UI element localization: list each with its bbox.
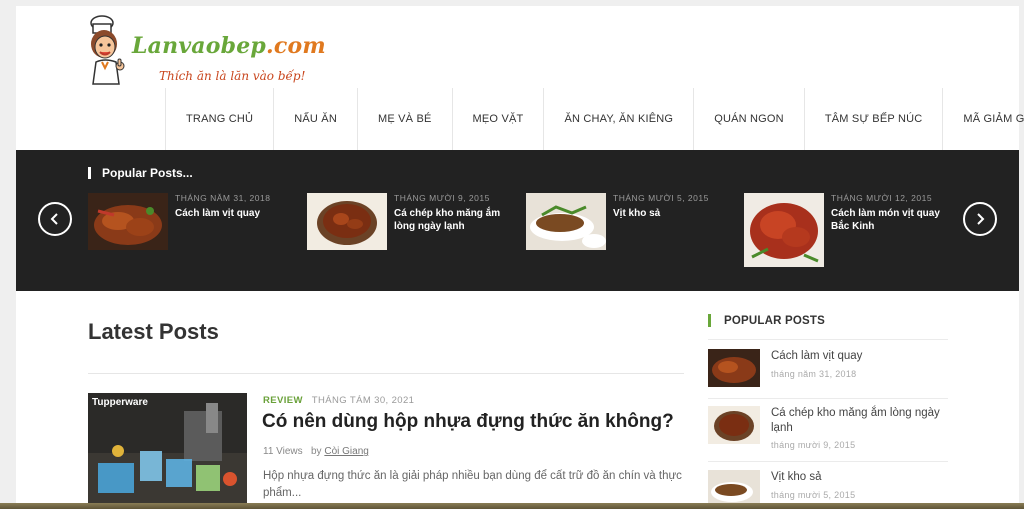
logo-title: Lanvaobep.com <box>132 33 326 59</box>
slider-post[interactable]: THÁNG NĂM 31, 2018 Cách làm vịt quay <box>88 193 298 273</box>
sidebar-heading: POPULAR POSTS <box>708 314 825 327</box>
slider-next-button[interactable] <box>963 202 997 236</box>
nav-item-trang-chu[interactable]: TRANG CHỦ <box>166 88 275 150</box>
window-bottom-edge <box>0 503 1024 509</box>
post-thumbnail[interactable]: Tupperware <box>88 393 247 509</box>
post-meta: REVIEW THÁNG TÁM 30, 2021 <box>263 395 414 406</box>
latest-posts-heading: Latest Posts <box>88 319 219 344</box>
slider-post[interactable]: THÁNG MƯỜI 9, 2015 Cá chép kho măng ắm l… <box>307 193 517 273</box>
slide-date: THÁNG NĂM 31, 2018 <box>175 193 271 203</box>
divider <box>88 373 684 374</box>
post-category[interactable]: REVIEW <box>263 395 303 406</box>
chef-mascot-icon <box>90 15 125 85</box>
slider-heading: Popular Posts... <box>88 166 193 180</box>
sidebar-post-title[interactable]: Cá chép kho măng ắm lòng ngày lạnh <box>771 406 949 436</box>
sidebar-post-title[interactable]: Vịt kho sả <box>771 470 949 485</box>
nav-item-ma-giam-gia[interactable]: MÃ GIẢM GIÁ <box>943 88 1024 150</box>
nav-item-meo-vat[interactable]: MẸO VẶT <box>453 88 545 150</box>
slide-title[interactable]: Cách làm vịt quay <box>175 207 297 220</box>
post-date: THÁNG TÁM 30, 2021 <box>311 395 415 406</box>
slide-title[interactable]: Cá chép kho măng ắm lòng ngày lạnh <box>394 207 516 233</box>
nav-item-an-chay[interactable]: ĂN CHAY, ĂN KIÊNG <box>544 88 695 150</box>
divider <box>708 339 948 340</box>
post-title[interactable]: Có nên dùng hộp nhựa đựng thức ăn không? <box>262 411 674 433</box>
nav-item-me-va-be[interactable]: MẸ VÀ BÉ <box>358 88 453 150</box>
divider <box>708 398 948 399</box>
post-by: by <box>311 446 322 457</box>
divider <box>708 461 948 462</box>
popular-posts-slider: Popular Posts... THÁNG NĂM 31, 2018 Cách… <box>16 150 1019 291</box>
post-excerpt: Hộp nhựa đựng thức ăn là giải pháp nhiều… <box>263 470 682 499</box>
peking-duck-thumbnail[interactable] <box>744 193 824 267</box>
slide-date: THÁNG MƯỜI 5, 2015 <box>613 193 709 203</box>
braised-fish-thumbnail[interactable] <box>708 406 760 444</box>
site-logo[interactable]: Lanvaobep.com Thích ăn là lăn vào bếp! <box>88 14 326 88</box>
nav-item-nau-an[interactable]: NẤU ĂN <box>274 88 358 150</box>
chevron-left-icon <box>50 213 58 225</box>
nav-item-tam-su[interactable]: TÂM SỰ BẾP NÚC <box>805 88 944 150</box>
post-views: 11 Views <box>263 446 303 457</box>
slider-prev-button[interactable] <box>38 202 72 236</box>
slider-post[interactable]: THÁNG MƯỜI 12, 2015 Cách làm món vịt qua… <box>744 193 954 273</box>
roast-duck-thumbnail[interactable] <box>88 193 168 250</box>
slide-date: THÁNG MƯỜI 9, 2015 <box>394 193 490 203</box>
sidebar-post-date: tháng năm 31, 2018 <box>771 369 857 379</box>
page: Lanvaobep.com Thích ăn là lăn vào bếp! T… <box>16 6 1024 509</box>
logo-tagline: Thích ăn là lăn vào bếp! <box>159 69 306 83</box>
chevron-right-icon <box>977 213 985 225</box>
thumbnail-brand-label: Tupperware <box>92 397 148 408</box>
slide-date: THÁNG MƯỜI 12, 2015 <box>831 193 933 203</box>
main-nav: TRANG CHỦ NẤU ĂN MẸ VÀ BÉ MẸO VẶT ĂN CHA… <box>165 88 1024 150</box>
nav-item-quan-ngon[interactable]: QUÁN NGON <box>694 88 805 150</box>
sidebar-post-date: tháng mười 9, 2015 <box>771 440 856 450</box>
braised-fish-thumbnail[interactable] <box>307 193 387 250</box>
slide-title[interactable]: Cách làm món vịt quay Bắc Kinh <box>831 207 953 233</box>
slider-post[interactable]: THÁNG MƯỜI 5, 2015 Vịt kho sả <box>526 193 736 273</box>
slide-title[interactable]: Vịt kho sả <box>613 207 735 220</box>
roast-duck-thumbnail[interactable] <box>708 349 760 387</box>
post-info: 11 Views by Còi Giang <box>263 446 369 457</box>
post-author-link[interactable]: Còi Giang <box>324 446 368 457</box>
sidebar-post-title[interactable]: Cách làm vịt quay <box>771 349 949 364</box>
sidebar-post-date: tháng mười 5, 2015 <box>771 490 856 500</box>
duck-lemongrass-thumbnail[interactable] <box>526 193 606 250</box>
